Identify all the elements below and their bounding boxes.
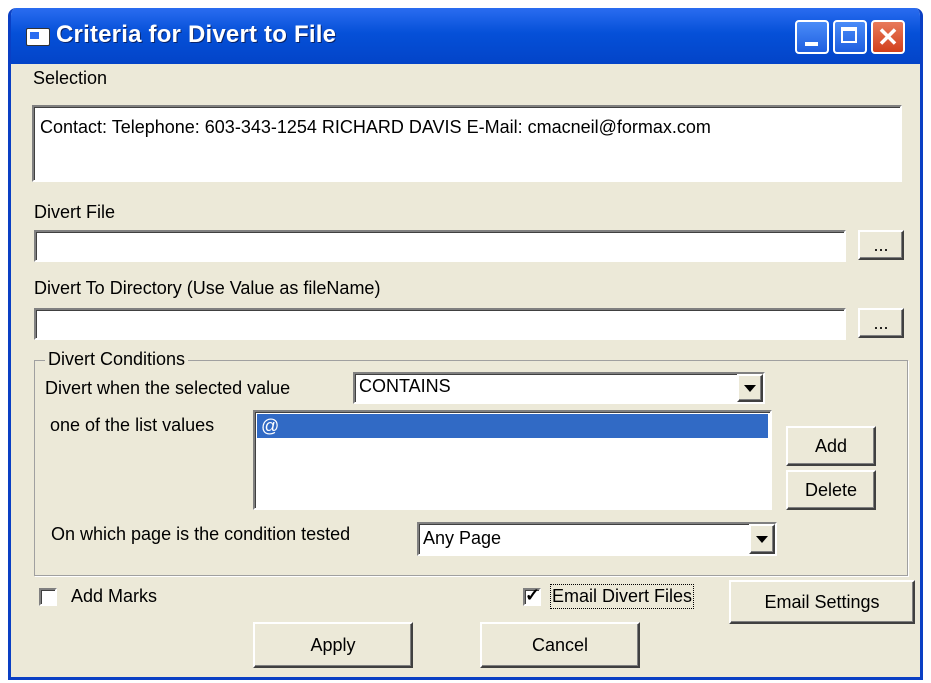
selection-textbox[interactable]: Contact: Telephone: 603-343-1254 RICHARD…	[32, 105, 902, 182]
divert-dir-label: Divert To Directory (Use Value as fileNa…	[34, 278, 381, 298]
divert-dir-browse-button[interactable]: ...	[858, 308, 904, 338]
add-marks-label: Add Marks	[71, 586, 158, 606]
operator-value: CONTAINS	[359, 376, 451, 396]
delete-button[interactable]: Delete	[786, 470, 876, 510]
divert-file-browse-button[interactable]: ...	[858, 230, 904, 260]
chevron-down-icon	[744, 385, 756, 392]
divert-file-input[interactable]	[34, 230, 846, 262]
list-values-label: one of the list values	[50, 415, 215, 435]
window-title: Criteria for Divert to File	[56, 21, 337, 48]
email-settings-button[interactable]: Email Settings	[729, 580, 915, 624]
add-button[interactable]: Add	[786, 426, 876, 466]
selection-label: Selection	[33, 68, 108, 88]
maximize-icon	[841, 27, 857, 43]
divert-conditions-legend: Divert Conditions	[45, 349, 189, 370]
page-select[interactable]: Any Page	[417, 522, 777, 556]
list-values-listbox[interactable]: @	[253, 410, 772, 510]
page-dropdown-button[interactable]	[749, 524, 775, 554]
close-icon: ✕	[877, 22, 899, 52]
chevron-down-icon	[756, 536, 768, 543]
maximize-button[interactable]	[833, 20, 867, 54]
checkmark-icon: ✓	[525, 585, 541, 605]
minimize-icon	[805, 42, 818, 46]
email-divert-checkbox[interactable]: ✓	[523, 585, 541, 606]
add-marks-checkbox[interactable]	[39, 588, 57, 606]
dialog-window: Criteria for Divert to File ✕ Selection …	[8, 8, 923, 680]
operator-dropdown-button[interactable]	[737, 374, 763, 402]
page-tested-label: On which page is the condition tested	[51, 524, 351, 544]
minimize-button[interactable]	[795, 20, 829, 54]
list-item[interactable]: @	[257, 414, 768, 438]
divert-file-label: Divert File	[34, 202, 116, 222]
app-icon	[26, 28, 50, 46]
title-bar[interactable]: Criteria for Divert to File ✕	[11, 8, 920, 64]
apply-button[interactable]: Apply	[253, 622, 413, 668]
page-value: Any Page	[423, 528, 502, 548]
divert-when-label: Divert when the selected value	[45, 378, 291, 398]
cancel-button[interactable]: Cancel	[480, 622, 640, 668]
close-button[interactable]: ✕	[871, 20, 905, 54]
operator-select[interactable]: CONTAINS	[353, 372, 765, 404]
divert-dir-input[interactable]	[34, 308, 846, 340]
selection-text: Contact: Telephone: 603-343-1254 RICHARD…	[40, 117, 711, 137]
email-divert-label: Email Divert Files	[549, 584, 695, 609]
